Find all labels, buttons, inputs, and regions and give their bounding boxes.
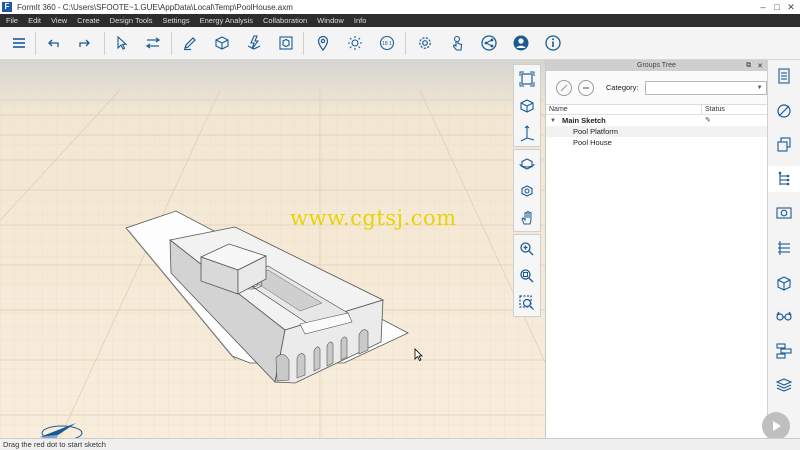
play-icon[interactable] (762, 412, 790, 440)
close-icon[interactable]: ✕ (784, 0, 798, 14)
menu-design-tools[interactable]: Design Tools (105, 16, 158, 25)
select-arrow-icon[interactable] (110, 32, 132, 54)
watermark: www.cgtsj.com (290, 206, 457, 230)
panel-toolbar: Category: ▼ (546, 71, 767, 105)
walk-icon[interactable] (514, 177, 540, 204)
menu-energy-analysis[interactable]: Energy Analysis (195, 16, 258, 25)
minimize-icon[interactable]: – (756, 0, 770, 14)
menu-list-icon[interactable] (8, 32, 30, 54)
tree-label: Pool House (573, 138, 612, 147)
menu-info[interactable]: Info (349, 16, 372, 25)
remove-icon[interactable] (578, 79, 594, 96)
menu-bar: File Edit View Create Design Tools Setti… (0, 14, 800, 27)
view-tools-group-1 (513, 64, 541, 147)
right-sidebar (767, 60, 800, 438)
location-pin-icon[interactable] (312, 32, 334, 54)
view-tools-group-3 (513, 234, 541, 317)
view-axis-icon[interactable] (514, 119, 540, 146)
stack-layers-icon[interactable] (773, 374, 795, 396)
settings-gear-icon[interactable] (414, 32, 436, 54)
panel-title: Groups Tree (637, 62, 676, 69)
column-name[interactable]: Name (546, 105, 702, 114)
menu-create[interactable]: Create (72, 16, 105, 25)
date-icon[interactable]: 18 1 (376, 32, 398, 54)
panel-close-icon[interactable]: ✕ (757, 62, 763, 70)
cube-icon[interactable] (211, 32, 233, 54)
menu-collaboration[interactable]: Collaboration (258, 16, 312, 25)
view-cube-icon[interactable] (514, 92, 540, 119)
chevron-down-icon: ▼ (756, 84, 763, 91)
sketch-pencil-icon[interactable] (179, 32, 201, 54)
properties-list-icon[interactable] (773, 65, 795, 87)
user-account-icon[interactable] (510, 32, 532, 54)
sun-icon[interactable] (344, 32, 366, 54)
pan-hand-icon[interactable] (514, 204, 540, 231)
menu-edit[interactable]: Edit (23, 16, 46, 25)
lightning-cube-icon[interactable] (243, 32, 265, 54)
touch-icon[interactable] (446, 32, 468, 54)
scenes-camera-icon[interactable] (773, 202, 795, 224)
3d-viewport[interactable]: www.cgtsj.com (0, 60, 545, 438)
materials-icon[interactable] (773, 100, 795, 122)
tree-header: Name Status (546, 105, 767, 115)
tree-label: Pool Platform (573, 127, 619, 136)
levels-icon[interactable] (773, 237, 795, 259)
view-tools-group-2 (513, 149, 541, 232)
column-status[interactable]: Status (702, 105, 725, 114)
redo-icon[interactable] (74, 32, 96, 54)
edit-pencil-icon[interactable]: ✎ (705, 116, 711, 124)
tree-label: Main Sketch (562, 116, 606, 125)
info-icon[interactable] (542, 32, 564, 54)
zoom-selection-icon[interactable] (514, 289, 540, 316)
expand-triangle-icon[interactable]: ▼ (550, 118, 558, 124)
menu-window[interactable]: Window (312, 16, 349, 25)
title-bar: F FormIt 360 - C:\Users\SFOOTE~1.GUE\App… (0, 0, 800, 14)
mouse-cursor-icon (414, 348, 423, 363)
orbit-icon[interactable] (514, 150, 540, 177)
undo-icon[interactable] (42, 32, 64, 54)
zoom-in-icon[interactable] (514, 235, 540, 262)
menu-file[interactable]: File (1, 16, 23, 25)
zoom-extents-icon[interactable] (514, 262, 540, 289)
visual-styles-icon[interactable] (773, 305, 795, 327)
layers-icon[interactable] (773, 134, 795, 156)
view-frame-icon[interactable] (514, 65, 540, 92)
tree-row-pool-platform[interactable]: Pool Platform (546, 126, 767, 137)
panel-header: Groups Tree ⧉ ✕ (546, 60, 767, 71)
window-controls: – □ ✕ (756, 0, 798, 14)
maximize-icon[interactable]: □ (770, 0, 784, 14)
hierarchy-icon[interactable] (773, 340, 795, 362)
frame-cube-icon[interactable] (275, 32, 297, 54)
move-icon[interactable] (142, 32, 164, 54)
menu-settings[interactable]: Settings (157, 16, 194, 25)
groups-tree-panel: Groups Tree ⧉ ✕ Category: ▼ Name Status … (545, 60, 767, 438)
svg-text:18 1: 18 1 (382, 41, 392, 47)
isolate-icon[interactable] (556, 79, 572, 96)
main-toolbar: 18 1 (0, 27, 800, 60)
status-bar: Drag the red dot to start sketch (0, 438, 800, 450)
window-title: FormIt 360 - C:\Users\SFOOTE~1.GUE\AppDa… (17, 2, 293, 12)
share-icon[interactable] (478, 32, 500, 54)
app-logo: F (2, 2, 12, 12)
menu-view[interactable]: View (46, 16, 72, 25)
category-label: Category: (606, 83, 639, 92)
undock-icon[interactable]: ⧉ (746, 62, 751, 70)
category-select[interactable]: ▼ (644, 80, 767, 95)
tree-row-pool-house[interactable]: Pool House (546, 137, 767, 148)
components-icon[interactable] (773, 272, 795, 294)
tree-row-main-sketch[interactable]: ▼ Main Sketch ✎ (546, 115, 767, 126)
scene-canvas (0, 89, 545, 438)
groups-tree-icon[interactable] (768, 166, 800, 192)
